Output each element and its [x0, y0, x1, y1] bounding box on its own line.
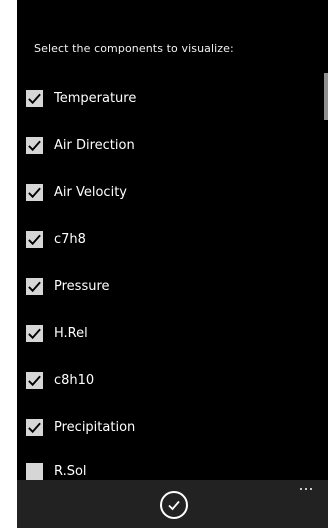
component-item-temperature[interactable]: Temperature	[26, 86, 306, 110]
component-label: Precipitation	[54, 419, 136, 435]
confirm-button[interactable]	[160, 491, 188, 519]
scrollbar[interactable]	[324, 73, 328, 120]
checkbox[interactable]	[26, 136, 43, 154]
component-item-air-velocity[interactable]: Air Velocity	[26, 180, 306, 204]
component-label: Air Direction	[54, 137, 135, 153]
prompt-text: Select the components to visualize:	[34, 42, 234, 55]
checkmark-icon	[28, 422, 41, 433]
ellipsis-icon	[310, 488, 312, 490]
checkbox[interactable]	[26, 462, 43, 480]
checkmark-icon	[28, 234, 41, 245]
component-label: R.Sol	[54, 463, 87, 479]
component-label: c8h10	[54, 372, 95, 388]
phone-screen: Select the components to visualize: Temp…	[17, 0, 328, 528]
checkbox[interactable]	[26, 230, 43, 248]
check-circle-icon	[168, 500, 180, 511]
ellipsis-icon	[305, 488, 307, 490]
checkbox[interactable]	[26, 418, 43, 436]
checkmark-icon	[28, 187, 41, 198]
component-label: Temperature	[54, 90, 137, 106]
checkbox[interactable]	[26, 89, 43, 107]
component-label: Air Velocity	[54, 184, 127, 200]
component-label: c7h8	[54, 231, 86, 247]
checkbox[interactable]	[26, 371, 43, 389]
checkbox[interactable]	[26, 324, 43, 342]
component-label: Pressure	[54, 278, 110, 294]
component-item-c8h10[interactable]: c8h10	[26, 368, 306, 392]
checkmark-icon	[28, 375, 41, 386]
component-item-h-rel[interactable]: H.Rel	[26, 321, 306, 345]
more-options-button[interactable]	[294, 482, 318, 496]
checkmark-icon	[28, 328, 41, 339]
checkbox[interactable]	[26, 277, 43, 295]
checkmark-icon	[28, 93, 41, 104]
checkmark-icon	[28, 281, 41, 292]
checkbox[interactable]	[26, 183, 43, 201]
ellipsis-icon	[300, 488, 302, 490]
component-item-air-direction[interactable]: Air Direction	[26, 133, 306, 157]
app-bar	[17, 480, 328, 528]
component-item-precipitation[interactable]: Precipitation	[26, 415, 306, 439]
component-label: H.Rel	[54, 325, 88, 341]
checkmark-icon	[28, 140, 41, 151]
component-item-c7h8[interactable]: c7h8	[26, 227, 306, 251]
component-item-pressure[interactable]: Pressure	[26, 274, 306, 298]
